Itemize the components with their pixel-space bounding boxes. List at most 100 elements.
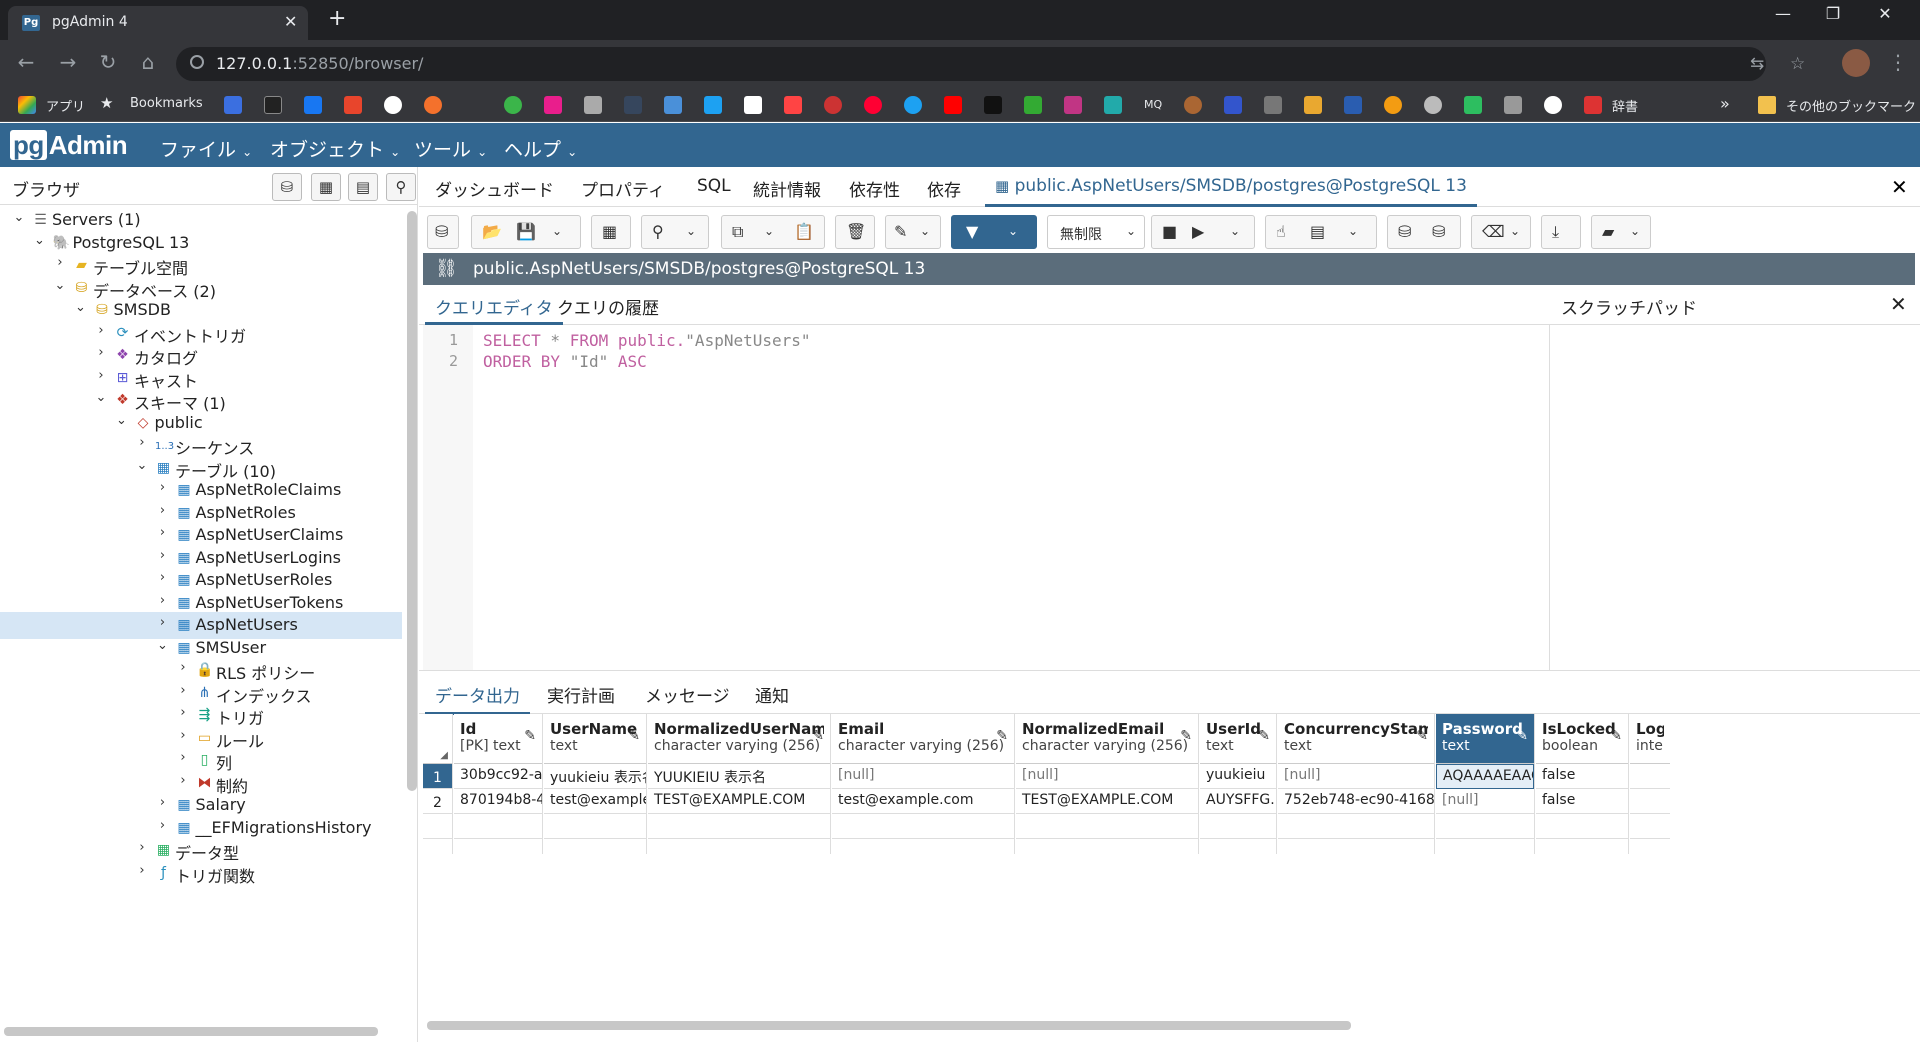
scratchpad-close-icon[interactable]: ✕ bbox=[1890, 292, 1907, 316]
tab-dependents[interactable]: 依存 bbox=[927, 176, 961, 201]
column-header[interactable]: Id [PK] text ✎ bbox=[454, 714, 542, 764]
bookmark-favicon-icon[interactable] bbox=[704, 96, 722, 114]
tab-properties[interactable]: プロパティ bbox=[581, 176, 665, 201]
column-header[interactable]: UserId text ✎ bbox=[1200, 714, 1276, 764]
grid-cell[interactable]: [null] bbox=[1436, 789, 1534, 814]
tab-sql[interactable]: SQL bbox=[697, 176, 731, 196]
bookmark-favicon-icon[interactable] bbox=[1184, 96, 1202, 114]
grid-cell[interactable] bbox=[1630, 814, 1670, 839]
tab-dependencies[interactable]: 依存性 bbox=[849, 176, 900, 201]
chevron-down-icon[interactable]: ⌄ bbox=[33, 233, 47, 248]
menu-help[interactable]: ヘルプ ⌄ bbox=[504, 135, 577, 162]
grid-cell[interactable] bbox=[454, 814, 542, 839]
grid-cell[interactable] bbox=[1016, 814, 1198, 839]
chevron-right-icon[interactable]: › bbox=[53, 255, 67, 270]
twitter-icon[interactable] bbox=[904, 96, 922, 114]
save-data-button[interactable]: ▦ bbox=[591, 215, 631, 249]
grid-cell[interactable] bbox=[1630, 764, 1670, 789]
grid-cell[interactable] bbox=[832, 814, 1014, 839]
grid-cell[interactable]: 30b9cc92-a... bbox=[454, 764, 542, 789]
chevron-right-icon[interactable]: › bbox=[176, 773, 190, 788]
chevron-right-icon[interactable]: › bbox=[176, 705, 190, 720]
instagram-icon[interactable] bbox=[1064, 96, 1082, 114]
menu-object[interactable]: オブジェクト ⌄ bbox=[270, 135, 400, 162]
connection-bar[interactable]: ⛓ public.AspNetUsers/SMSDB/postgres@Post… bbox=[423, 253, 1915, 285]
grid-cell[interactable] bbox=[1200, 814, 1276, 839]
grid-cell[interactable]: [null] bbox=[1278, 764, 1434, 789]
bookmarks-overflow[interactable]: » bbox=[1720, 94, 1730, 113]
tab-query-history[interactable]: クエリの履歴 bbox=[557, 294, 659, 319]
bookmark-favicon-icon[interactable] bbox=[1224, 96, 1242, 114]
chevron-down-icon[interactable]: ⌄ bbox=[12, 210, 26, 225]
macros-button[interactable]: ▰ ⌄ bbox=[1591, 215, 1651, 249]
grid-cell[interactable] bbox=[544, 814, 646, 839]
column-header[interactable]: Password text ✎ bbox=[1436, 714, 1534, 764]
other-bookmarks[interactable]: その他のブックマーク bbox=[1786, 96, 1916, 115]
minimize-icon[interactable]: — bbox=[1760, 4, 1806, 23]
profile-avatar[interactable] bbox=[1842, 49, 1870, 77]
column-header[interactable]: UserName text ✎ bbox=[544, 714, 646, 764]
chevron-down-icon[interactable]: ⌄ bbox=[135, 458, 149, 473]
wikipedia-icon[interactable] bbox=[744, 96, 762, 114]
bookmark-favicon-icon[interactable] bbox=[424, 96, 442, 114]
bookmark-favicon-icon[interactable] bbox=[224, 96, 242, 114]
column-header[interactable]: Log inte bbox=[1630, 714, 1670, 764]
window-close-icon[interactable]: ✕ bbox=[1862, 4, 1908, 23]
grid-cell[interactable] bbox=[648, 814, 830, 839]
delete-button[interactable]: 🗑 bbox=[835, 215, 875, 249]
filtered-rows-button[interactable]: ▤ bbox=[348, 173, 378, 201]
chevron-right-icon[interactable]: › bbox=[135, 863, 149, 878]
bookmark-favicon-icon[interactable] bbox=[984, 96, 1002, 114]
find-button-group[interactable]: ⚲ ⌄ bbox=[641, 215, 709, 249]
tree-vertical-scrollbar[interactable] bbox=[407, 211, 417, 791]
bookmark-favicon-icon[interactable] bbox=[1304, 96, 1322, 114]
grid-horizontal-scrollbar[interactable] bbox=[427, 1021, 1351, 1030]
bookmark-favicon-icon[interactable] bbox=[504, 96, 522, 114]
chevron-right-icon[interactable]: › bbox=[135, 840, 149, 855]
site-info-icon[interactable] bbox=[190, 55, 204, 69]
chevron-right-icon[interactable]: › bbox=[94, 368, 108, 383]
grid-cell[interactable]: test@example.com bbox=[832, 789, 1014, 814]
connection-button[interactable]: ⛁ bbox=[427, 215, 459, 249]
address-bar[interactable]: 127.0.0.1:52850/browser/ ⇆ ☆ bbox=[176, 47, 1805, 81]
bookmark-favicon-icon[interactable] bbox=[784, 96, 802, 114]
tab-dashboard[interactable]: ダッシュボード bbox=[435, 176, 554, 201]
chevron-down-icon[interactable]: ⌄ bbox=[552, 224, 562, 238]
bookmark-favicon-icon[interactable] bbox=[544, 96, 562, 114]
chevron-right-icon[interactable]: › bbox=[176, 728, 190, 743]
bookmark-favicon-icon[interactable] bbox=[1424, 96, 1442, 114]
grid-cell[interactable]: TEST@EXAMPLE.COM bbox=[648, 789, 830, 814]
tab-notifications[interactable]: 通知 bbox=[755, 682, 789, 707]
chevron-down-icon[interactable]: ⌄ bbox=[74, 300, 88, 315]
column-header[interactable]: NormalizedUserName character varying (256… bbox=[648, 714, 830, 764]
bookmark-favicon-icon[interactable] bbox=[1384, 96, 1402, 114]
chevron-down-icon[interactable]: ⌄ bbox=[1348, 224, 1358, 238]
edit-column-icon[interactable]: ✎ bbox=[996, 728, 1008, 744]
chevron-right-icon[interactable]: › bbox=[156, 548, 170, 563]
facebook-icon[interactable] bbox=[304, 96, 322, 114]
chevron-right-icon[interactable]: › bbox=[156, 593, 170, 608]
select-all-corner[interactable]: ◢ bbox=[423, 714, 452, 764]
url-text[interactable]: 127.0.0.1:52850/browser/ bbox=[216, 54, 423, 73]
bookmark-favicon-icon[interactable] bbox=[1104, 96, 1122, 114]
chevron-down-icon[interactable]: ⌄ bbox=[115, 413, 129, 428]
column-header[interactable]: ConcurrencyStamptext ✎ bbox=[1278, 714, 1434, 764]
bookmark-jisho[interactable]: 辞書 bbox=[1612, 96, 1638, 115]
empty-row[interactable] bbox=[423, 814, 452, 839]
tab-query-editor[interactable]: クエリエディタ bbox=[425, 285, 563, 325]
grid-cell[interactable]: false bbox=[1536, 764, 1628, 789]
stop-icon[interactable]: ■ bbox=[1162, 222, 1177, 241]
chevron-right-icon[interactable]: › bbox=[176, 660, 190, 675]
tab-statistics[interactable]: 統計情報 bbox=[753, 176, 821, 201]
bookmark-star-icon[interactable]: ☆ bbox=[1790, 54, 1805, 74]
chevron-down-icon[interactable]: ⌄ bbox=[53, 278, 67, 293]
bookmark-favicon-icon[interactable] bbox=[584, 96, 602, 114]
tumblr-icon[interactable] bbox=[624, 96, 642, 114]
tree-node[interactable]: › ƒ トリガ関数 bbox=[0, 860, 402, 887]
bookmark-apps[interactable]: アプリ bbox=[46, 96, 85, 115]
grid-cell[interactable]: [null] bbox=[832, 764, 1014, 789]
chevron-right-icon[interactable]: › bbox=[156, 570, 170, 585]
grid-cell[interactable]: TEST@EXAMPLE.COM bbox=[1016, 789, 1198, 814]
translate-icon[interactable]: ⇆ bbox=[1750, 54, 1764, 74]
scratchpad-area[interactable] bbox=[1549, 325, 1920, 670]
